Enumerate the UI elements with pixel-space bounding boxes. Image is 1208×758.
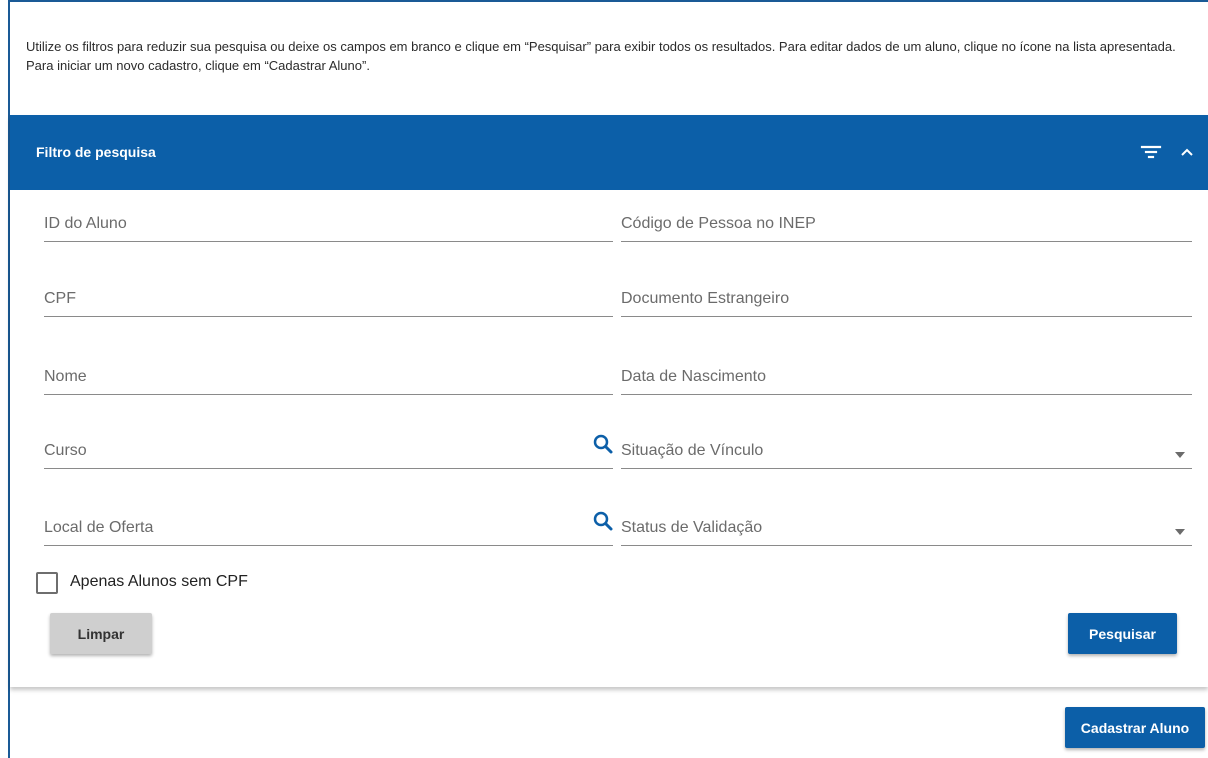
clear-button[interactable]: Limpar bbox=[50, 613, 152, 654]
student-id-label: ID do Aluno bbox=[44, 215, 127, 232]
search-filter-panel: Filtro de pesquisa ID do Aluno Código de… bbox=[10, 115, 1208, 687]
filter-icon[interactable] bbox=[1138, 139, 1164, 165]
enrollment-status-label: Situação de Vínculo bbox=[621, 442, 764, 459]
enrollment-status-select[interactable]: Situação de Vínculo bbox=[621, 419, 1192, 469]
no-cpf-checkbox[interactable] bbox=[36, 572, 58, 594]
name-label: Nome bbox=[44, 368, 87, 385]
validation-status-label: Status de Validação bbox=[621, 519, 763, 536]
offer-location-search-icon[interactable] bbox=[591, 509, 615, 533]
panel-title: Filtro de pesquisa bbox=[36, 144, 156, 160]
course-search-icon[interactable] bbox=[591, 432, 615, 456]
course-field[interactable]: Curso bbox=[44, 419, 613, 469]
instructions-text: Utilize os filtros para reduzir sua pesq… bbox=[26, 39, 1176, 73]
foreign-document-label: Documento Estrangeiro bbox=[621, 290, 790, 307]
inep-code-field[interactable]: Código de Pessoa no INEP bbox=[621, 192, 1192, 242]
chevron-up-icon[interactable] bbox=[1174, 139, 1200, 165]
dropdown-arrow-icon[interactable] bbox=[1174, 523, 1186, 535]
course-label: Curso bbox=[44, 442, 87, 459]
student-id-field[interactable]: ID do Aluno bbox=[44, 192, 613, 242]
register-student-button[interactable]: Cadastrar Aluno bbox=[1065, 707, 1205, 748]
search-button[interactable]: Pesquisar bbox=[1068, 613, 1177, 654]
offer-location-field[interactable]: Local de Oferta bbox=[44, 496, 613, 546]
panel-header[interactable]: Filtro de pesquisa bbox=[10, 115, 1208, 190]
birth-date-field[interactable]: Data de Nascimento bbox=[621, 345, 1192, 395]
frame-top-border bbox=[8, 0, 1208, 2]
name-field[interactable]: Nome bbox=[44, 345, 613, 395]
no-cpf-checkbox-label: Apenas Alunos sem CPF bbox=[70, 573, 248, 590]
birth-date-label: Data de Nascimento bbox=[621, 368, 766, 385]
dropdown-arrow-icon[interactable] bbox=[1174, 446, 1186, 458]
inep-code-label: Código de Pessoa no INEP bbox=[621, 215, 816, 232]
cpf-field[interactable]: CPF bbox=[44, 267, 613, 317]
validation-status-select[interactable]: Status de Validação bbox=[621, 496, 1192, 546]
foreign-document-field[interactable]: Documento Estrangeiro bbox=[621, 267, 1192, 317]
cpf-label: CPF bbox=[44, 290, 76, 307]
offer-location-label: Local de Oferta bbox=[44, 519, 154, 536]
